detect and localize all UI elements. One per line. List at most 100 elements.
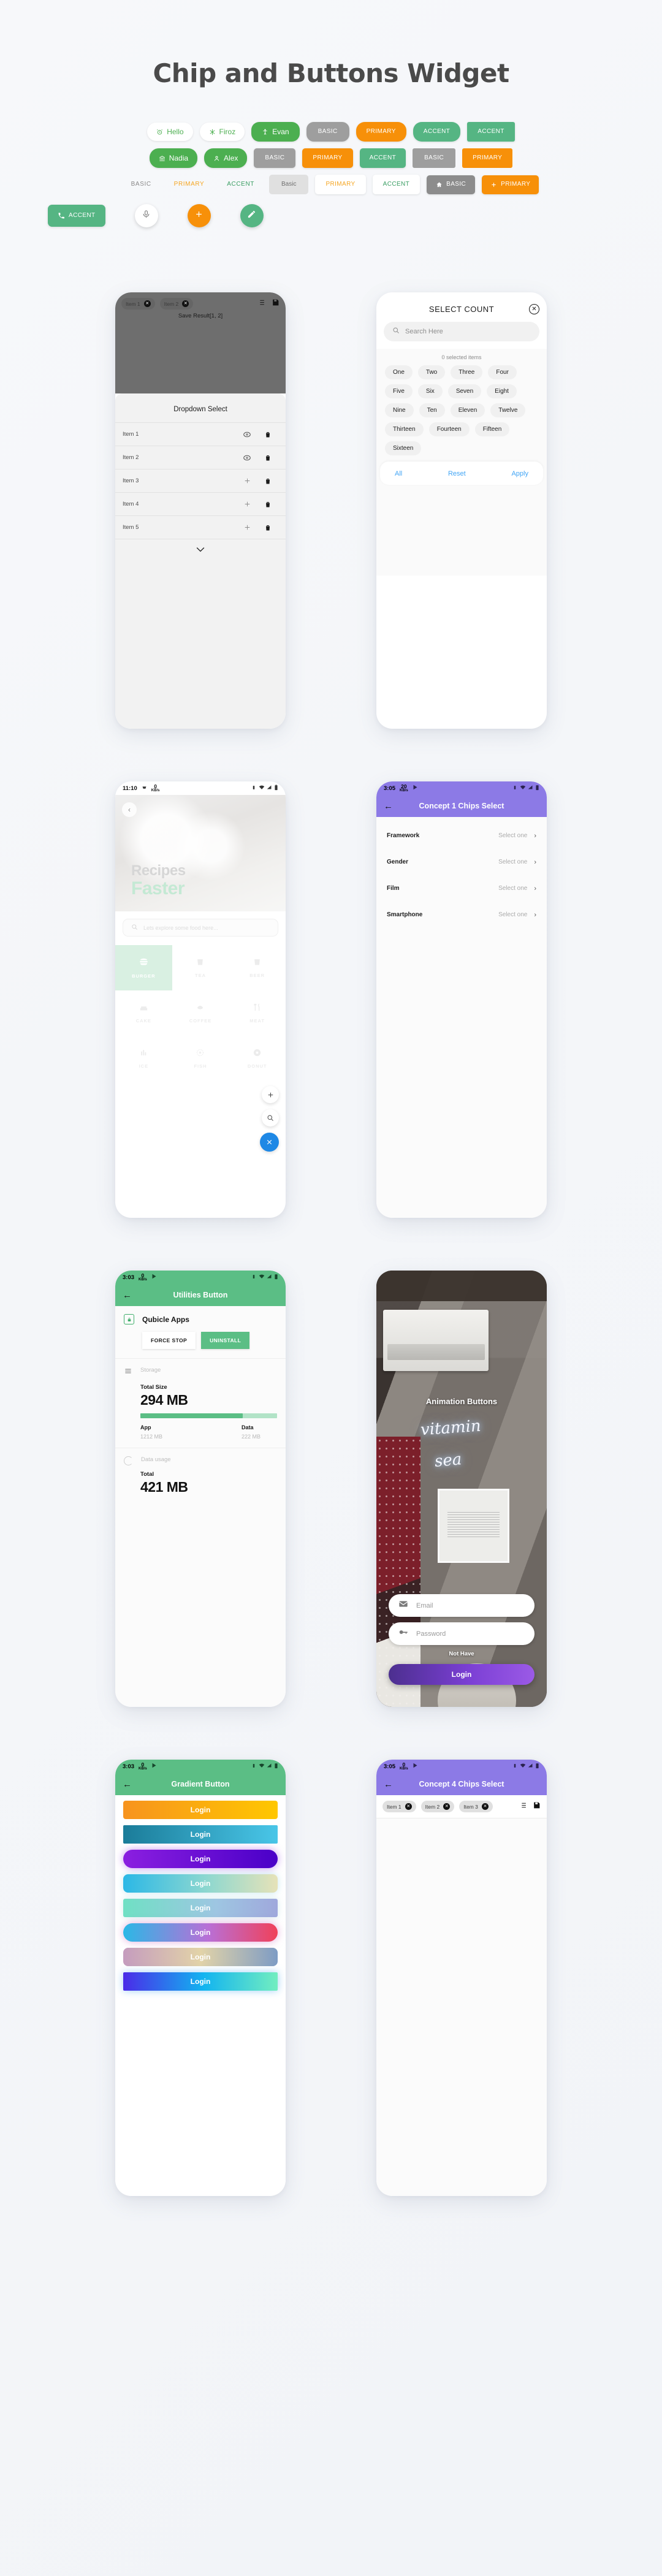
reset-button[interactable]: Reset [448, 470, 466, 477]
chip-nadia[interactable]: Nadia [149, 148, 198, 168]
fab-add[interactable] [262, 1086, 279, 1103]
plus-icon[interactable] [237, 477, 257, 485]
radio-selected-icon[interactable] [237, 430, 257, 439]
option-chip[interactable]: Fourteen [428, 422, 470, 436]
option-chip[interactable]: Eight [487, 384, 517, 398]
list-icon[interactable] [257, 298, 265, 310]
chip-firoz[interactable]: Firoz [199, 123, 245, 141]
option-chip[interactable]: Four [488, 365, 517, 379]
category-coffee[interactable]: COFFEE [172, 990, 229, 1036]
chip-text-accent[interactable]: ACCENT [219, 176, 262, 193]
back-arrow-icon[interactable]: ← [384, 802, 393, 811]
all-button[interactable]: All [395, 470, 402, 477]
option-chip[interactable]: Nine [385, 403, 414, 417]
selected-chip[interactable]: Item 2 ✕ [420, 1801, 455, 1812]
save-icon[interactable] [533, 1801, 541, 1812]
search-input[interactable]: Search Here [384, 322, 539, 341]
setting-row-gender[interactable]: Gender Select one › [376, 849, 547, 875]
option-chip[interactable]: Twelve [490, 403, 526, 417]
chip-basic-home[interactable]: BASIC [427, 175, 476, 194]
back-button[interactable]: ‹ [122, 802, 137, 817]
chip-basic-square[interactable]: BASIC [254, 148, 296, 168]
chip-primary-soft[interactable]: PRIMARY [356, 122, 406, 142]
chip-primary-square[interactable]: PRIMARY [302, 148, 353, 168]
list-item[interactable]: Item 1 [115, 422, 286, 446]
login-button[interactable]: Login [389, 1664, 535, 1685]
uninstall-button[interactable]: UNINSTALL [201, 1332, 250, 1349]
gradient-login-button[interactable]: Login [123, 1948, 278, 1966]
option-chip[interactable]: Sixteen [385, 441, 422, 455]
option-chip[interactable]: Six [417, 384, 443, 398]
list-icon[interactable] [519, 1801, 527, 1812]
delete-icon[interactable] [257, 501, 278, 508]
option-chip[interactable]: Three [451, 365, 483, 379]
button-accent-call[interactable]: ACCENT [48, 205, 105, 227]
option-chip[interactable]: Ten [419, 403, 445, 417]
password-field[interactable]: Password [389, 1622, 535, 1645]
fab-edit[interactable] [240, 204, 264, 227]
selected-chip[interactable]: Item 1 ✕ [121, 298, 155, 310]
chip-accent-square-2[interactable]: ACCENT [359, 148, 406, 168]
option-chip[interactable]: Thirteen [385, 422, 424, 436]
food-search-input[interactable]: Lets explore some food here... [123, 919, 278, 937]
force-stop-button[interactable]: FORCE STOP [142, 1332, 196, 1349]
fab-mic[interactable] [134, 204, 158, 227]
chip-text-primary[interactable]: PRIMARY [166, 176, 213, 193]
option-chip[interactable]: Fifteen [474, 422, 510, 436]
category-meat[interactable]: MEAT [229, 990, 286, 1036]
chip-accent-square[interactable]: ACCENT [467, 122, 515, 142]
setting-row-smartphone[interactable]: Smartphone Select one › [376, 902, 547, 928]
chip-primary-flat[interactable]: PRIMARY [462, 148, 513, 168]
close-icon[interactable]: ✕ [529, 304, 539, 314]
delete-icon[interactable] [257, 477, 278, 485]
gradient-login-button[interactable]: Login [123, 1825, 278, 1844]
email-field[interactable]: Email [389, 1594, 535, 1617]
category-donut[interactable]: DONUT [229, 1036, 286, 1081]
plus-icon[interactable] [237, 500, 257, 508]
chevron-down-icon[interactable] [115, 539, 286, 560]
chip-hello[interactable]: Hello [147, 123, 193, 141]
category-fish[interactable]: FISH [172, 1036, 229, 1081]
close-icon[interactable]: ✕ [182, 300, 189, 307]
category-cake[interactable]: CAKE [115, 990, 172, 1036]
fab-search[interactable] [262, 1109, 279, 1127]
selected-chip[interactable]: Item 1 ✕ [382, 1801, 416, 1812]
list-item[interactable]: Item 5 [115, 515, 286, 539]
gradient-login-button[interactable]: Login [123, 1801, 278, 1819]
apply-button[interactable]: Apply [511, 470, 528, 477]
delete-icon[interactable] [257, 524, 278, 531]
list-item[interactable]: Item 3 [115, 469, 286, 492]
chip-alex[interactable]: Alex [204, 148, 248, 168]
category-burger[interactable]: BURGER [115, 945, 172, 990]
option-chip[interactable]: Seven [447, 384, 482, 398]
back-arrow-icon[interactable]: ← [384, 1780, 393, 1789]
back-arrow-icon[interactable]: ← [123, 1291, 132, 1300]
chip-text-basic[interactable]: BASIC [123, 176, 159, 193]
chip-primary-plus[interactable]: PRIMARY [482, 175, 539, 194]
close-icon[interactable]: ✕ [443, 1803, 451, 1810]
chip-evan[interactable]: Evan [251, 122, 300, 142]
not-have-link[interactable]: Not Have [389, 1651, 535, 1657]
chip-basic-soft[interactable]: BASIC [306, 122, 349, 142]
close-icon[interactable]: ✕ [481, 1803, 489, 1810]
fab-add[interactable] [187, 204, 211, 227]
gradient-login-button[interactable]: Login [123, 1850, 278, 1868]
setting-row-film[interactable]: Film Select one › [376, 875, 547, 902]
gradient-login-button[interactable]: Login [123, 1874, 278, 1893]
gradient-login-button[interactable]: Login [123, 1923, 278, 1942]
chip-outline-accent[interactable]: ACCENT [372, 175, 420, 194]
category-ice[interactable]: ICE [115, 1036, 172, 1081]
option-chip[interactable]: Two [417, 365, 446, 379]
delete-icon[interactable] [257, 454, 278, 462]
back-arrow-icon[interactable]: ← [123, 1780, 132, 1789]
selected-chip[interactable]: Item 3 ✕ [459, 1801, 493, 1812]
fab-close[interactable] [260, 1133, 279, 1152]
gradient-login-button[interactable]: Login [123, 1899, 278, 1917]
delete-icon[interactable] [257, 431, 278, 438]
category-tea[interactable]: TEA [172, 945, 229, 990]
category-beer[interactable]: BEER [229, 945, 286, 990]
close-icon[interactable]: ✕ [143, 300, 151, 307]
selected-chip[interactable]: Item 2 ✕ [159, 298, 194, 310]
list-item[interactable]: Item 2 [115, 446, 286, 469]
gradient-login-button[interactable]: Login [123, 1972, 278, 1991]
